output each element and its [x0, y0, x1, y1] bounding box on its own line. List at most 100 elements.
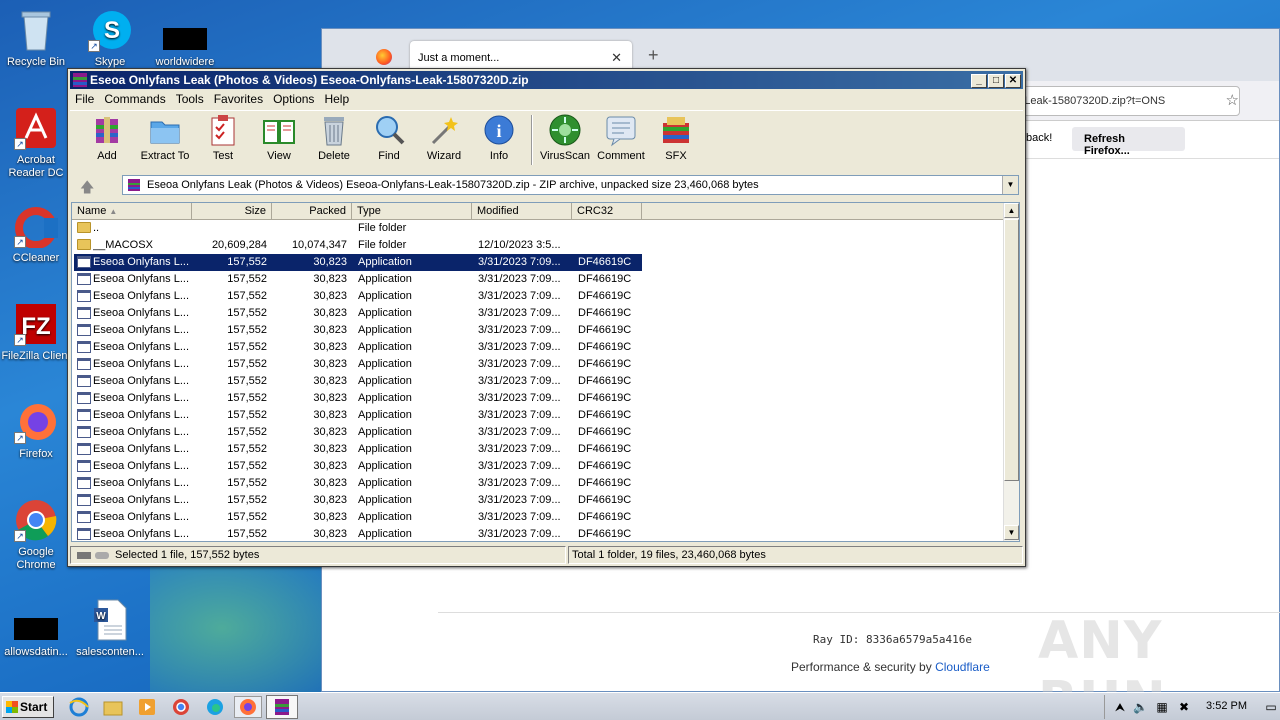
delete-button[interactable]: Delete [306, 113, 362, 162]
volume-icon[interactable]: 🔈 [1133, 700, 1148, 714]
internet-explorer-icon[interactable] [68, 697, 90, 717]
info-button[interactable]: i Info [471, 113, 527, 162]
scroll-thumb[interactable] [1004, 219, 1019, 481]
refresh-firefox-button[interactable]: Refresh Firefox... [1072, 127, 1185, 157]
file-crc32: DF46619C [578, 358, 632, 370]
virusscan-button[interactable]: VirusScan [537, 113, 593, 162]
table-row[interactable]: Eseoa Onlyfans L... 157,552 30,823 Applicat… [72, 322, 1019, 339]
menu-help[interactable]: Help [319, 90, 354, 108]
winrar-window[interactable]: Eseoa Onlyfans Leak (Photos & Videos) Es… [67, 68, 1026, 567]
table-row[interactable]: .. File folder [72, 220, 1019, 237]
menu-favorites[interactable]: Favorites [209, 90, 268, 108]
table-row[interactable]: Eseoa Onlyfans L... 157,552 30,823 Applicat… [72, 390, 1019, 407]
table-row[interactable]: Eseoa Onlyfans L... 157,552 30,823 Applicat… [72, 271, 1019, 288]
table-row[interactable]: Eseoa Onlyfans L... 157,552 30,823 Applicat… [72, 441, 1019, 458]
scroll-down-icon[interactable]: ▼ [1004, 525, 1019, 540]
new-tab-icon[interactable]: + [648, 45, 659, 66]
file-crc32: DF46619C [578, 460, 632, 472]
dropdown-arrow-icon[interactable]: ▼ [1002, 176, 1018, 194]
add-button[interactable]: Add [79, 113, 135, 162]
test-button[interactable]: Test [195, 113, 251, 162]
bookmark-star-icon[interactable]: ☆ [1226, 91, 1239, 109]
file-crc32: DF46619C [578, 443, 632, 455]
table-row[interactable]: Eseoa Onlyfans L... 157,552 30,823 Applicat… [72, 475, 1019, 492]
edge-icon[interactable] [204, 697, 226, 717]
desktop-icon-salescontent[interactable]: W salesconten... [75, 598, 145, 659]
cloudflare-link[interactable]: Cloudflare [935, 660, 990, 674]
action-center-icon[interactable]: ✖ [1177, 700, 1191, 714]
menu-file[interactable]: File [70, 90, 99, 108]
table-row[interactable]: Eseoa Onlyfans L... 157,552 30,823 Applicat… [72, 407, 1019, 424]
network-icon[interactable]: ▦ [1155, 700, 1169, 714]
find-button[interactable]: Find [361, 113, 417, 162]
desktop-icon-skype[interactable]: S ↗ Skype [75, 8, 145, 69]
table-row[interactable]: Eseoa Onlyfans L... 157,552 30,823 Applicat… [72, 492, 1019, 509]
desktop-icon-acrobat[interactable]: ↗ Acrobat Reader DC [1, 106, 71, 180]
clipboard-check-icon [206, 113, 240, 147]
title-bar[interactable]: Eseoa Onlyfans Leak (Photos & Videos) Es… [70, 71, 1023, 89]
table-row[interactable]: Eseoa Onlyfans L... 157,552 30,823 Applicat… [72, 373, 1019, 390]
close-button[interactable]: ✕ [1005, 74, 1021, 88]
table-row[interactable]: Eseoa Onlyfans L... 157,552 30,823 Applicat… [72, 509, 1019, 526]
sfx-button[interactable]: SFX [648, 113, 704, 162]
url-bar[interactable]: ns-Leak-15807320D.zip?t=ONS [1002, 86, 1240, 116]
table-row[interactable]: Eseoa Onlyfans L... 157,552 30,823 Applicat… [72, 458, 1019, 475]
table-row[interactable]: Eseoa Onlyfans L... 157,552 30,823 Applicat… [72, 339, 1019, 356]
menu-options[interactable]: Options [268, 90, 319, 108]
file-packed: 30,823 [313, 256, 347, 268]
menu-tools[interactable]: Tools [171, 90, 209, 108]
desktop-icon-allowsdating[interactable]: allowsdatin... [1, 598, 71, 659]
ray-id: Ray ID: 8336a6579a5a416e [813, 633, 972, 646]
desktop-icon-firefox[interactable]: ↗ Firefox [1, 400, 71, 461]
view-button[interactable]: View [251, 113, 307, 162]
table-row[interactable]: __MACOSX 20,609,284 10,074,347 File folder 1… [72, 237, 1019, 254]
ccleaner-icon: ↗ [14, 204, 58, 249]
wizard-button[interactable]: Wizard [416, 113, 472, 162]
firefox-icon: ↗ [14, 400, 58, 444]
column-name[interactable]: Name ▲ [72, 203, 192, 220]
column-modified[interactable]: Modified [472, 203, 572, 220]
file-type: Application [358, 375, 412, 387]
file-explorer-icon[interactable] [102, 697, 124, 717]
desktop-icon-chrome[interactable]: ↗ Google Chrome [1, 498, 71, 572]
desktop-icon-ccleaner[interactable]: ↗ CCleaner [1, 204, 71, 265]
file-packed: 30,823 [313, 511, 347, 523]
menu-commands[interactable]: Commands [99, 90, 170, 108]
filezilla-icon: FZ ↗ [14, 302, 58, 346]
winrar-taskbar-button[interactable] [266, 695, 298, 719]
clock[interactable]: 3:52 PM [1206, 700, 1247, 712]
maximize-button[interactable]: □ [988, 74, 1004, 88]
desktop-icon-recycle-bin[interactable]: Recycle Bin [1, 8, 71, 69]
file-name: Eseoa Onlyfans L... [93, 528, 189, 540]
archive-path-field[interactable]: Eseoa Onlyfans Leak (Photos & Videos) Es… [122, 175, 1019, 195]
column-type[interactable]: Type [352, 203, 472, 220]
scroll-up-icon[interactable]: ▲ [1004, 203, 1019, 218]
show-desktop-icon[interactable]: ▭ [1263, 700, 1279, 714]
column-size[interactable]: Size [192, 203, 272, 220]
up-arrow-icon[interactable]: 🡅 [80, 177, 94, 201]
table-row[interactable]: Eseoa Onlyfans L... 157,552 30,823 Applicat… [72, 424, 1019, 441]
chrome-taskbar-icon[interactable] [170, 697, 192, 717]
close-tab-icon[interactable]: ✕ [611, 50, 622, 66]
firefox-taskbar-button[interactable] [234, 696, 262, 718]
file-list[interactable]: Name ▲ Size Packed Type Modified CRC32 .… [71, 202, 1020, 542]
extract-to-button[interactable]: Extract To [137, 113, 193, 162]
table-row[interactable]: Eseoa Onlyfans L... 157,552 30,823 Applicat… [72, 305, 1019, 322]
table-row[interactable]: Eseoa Onlyfans L... 157,552 30,823 Applicat… [72, 356, 1019, 373]
desktop-icon-worldwidere[interactable]: worldwidere [150, 8, 220, 69]
start-button[interactable]: Start [2, 696, 54, 718]
show-hidden-icons-icon[interactable]: ⮝ [1113, 700, 1127, 714]
desktop-icon-filezilla[interactable]: FZ ↗ FileZilla Client [1, 302, 71, 363]
column-packed[interactable]: Packed [272, 203, 352, 220]
media-player-icon[interactable] [136, 697, 158, 717]
table-row[interactable]: Eseoa Onlyfans L... 157,552 30,823 Applicat… [72, 254, 1019, 271]
comment-button[interactable]: Comment [593, 113, 649, 162]
file-modified: 3/31/2023 7:09... [478, 392, 561, 404]
minimize-button[interactable]: _ [971, 74, 987, 88]
sfx-label: SFX [665, 150, 687, 162]
column-crc32[interactable]: CRC32 [572, 203, 642, 220]
vertical-scrollbar[interactable]: ▲ ▼ [1003, 203, 1019, 541]
table-row[interactable]: Eseoa Onlyfans L... 157,552 30,823 Applicat… [72, 288, 1019, 305]
file-modified: 3/31/2023 7:09... [478, 375, 561, 387]
table-row[interactable]: Eseoa Onlyfans L... 157,552 30,823 Applicat… [72, 526, 1019, 541]
